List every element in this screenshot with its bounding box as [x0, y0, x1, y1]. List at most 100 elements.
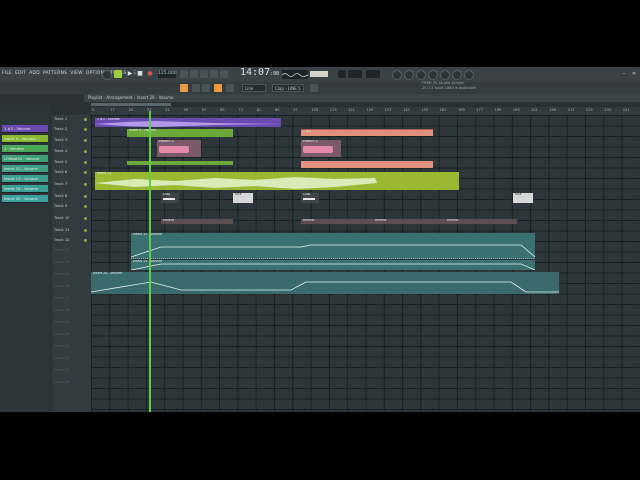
track-enable-led-icon[interactable] [84, 183, 87, 186]
track-enable-led-icon[interactable] [84, 239, 87, 242]
track-label[interactable]: Track 22 [54, 356, 70, 360]
master-volume-knob[interactable] [102, 70, 112, 80]
ruler-tick-label: 89 [275, 108, 280, 112]
clip-track2-b[interactable]: 1 #2 [301, 129, 433, 136]
clip-track5-b[interactable] [301, 161, 433, 168]
picker-item[interactable]: Insert 13 - Volume [2, 175, 48, 183]
track-label[interactable]: Track 18 [54, 308, 70, 312]
clip-track12[interactable]: Insert 20 - Volume [91, 272, 559, 294]
track-label[interactable]: Track 16 [54, 284, 70, 288]
track-label[interactable]: Track 13 [54, 248, 70, 252]
clip-track9-b[interactable]: Reverb [301, 219, 373, 224]
track-enable-led-icon[interactable] [84, 139, 87, 142]
playlist-grid[interactable]: 1 #3 - Volume Insert 9 - Volume 1 #2 Pat… [91, 115, 640, 412]
scrollbar-thumb[interactable] [91, 103, 171, 106]
track-label[interactable]: Track 10 [54, 216, 87, 220]
plugin-icon[interactable] [452, 70, 462, 80]
track-label[interactable]: Track 14 [54, 260, 70, 264]
track-label[interactable]: Track 17 [54, 296, 70, 300]
play-button[interactable]: ▶ [126, 70, 134, 78]
channel-rack-icon[interactable] [416, 70, 426, 80]
clip-track1[interactable]: 1 #3 - Volume [95, 118, 281, 127]
pencil-icon[interactable] [192, 84, 200, 92]
playhead-marker[interactable] [149, 111, 151, 412]
menu-patterns[interactable]: PATTERNS [43, 71, 67, 76]
track-label[interactable]: Track 21 [54, 344, 70, 348]
mixer-icon[interactable] [404, 70, 414, 80]
clip-track9-d[interactable]: Reverb [445, 219, 517, 224]
clip-track2[interactable]: Insert 9 - Volume [127, 129, 233, 137]
snap-select[interactable]: Line [242, 84, 266, 92]
track-label[interactable]: Track 6 [54, 170, 87, 174]
record-button[interactable]: ● [146, 70, 154, 78]
picker-item[interactable]: Insert 20 - Volume [2, 195, 48, 203]
picker-item[interactable]: 1 - Volume [2, 145, 48, 153]
track-label[interactable]: Track 5 [54, 160, 87, 164]
track-label[interactable]: Track 12 [54, 238, 87, 242]
snap-tool-icon[interactable] [180, 84, 188, 92]
track-label[interactable]: Track 23 [54, 368, 70, 372]
pattern-song-toggle-icon[interactable] [114, 70, 122, 78]
track-label[interactable]: Track 19 [54, 320, 70, 324]
track-enable-led-icon[interactable] [84, 229, 87, 232]
clip-track9-c[interactable]: Reverb [373, 219, 445, 224]
track-label[interactable]: Track 2 [54, 127, 87, 131]
clip-track3[interactable]: Pattern 3 [157, 140, 201, 157]
track-enable-led-icon[interactable] [84, 161, 87, 164]
picker-item[interactable]: 1 #3 - Volume [2, 125, 48, 133]
menu-add[interactable]: ADD [29, 71, 40, 76]
track-label[interactable]: Track 11 [54, 228, 87, 232]
track-label[interactable]: Track 8 [54, 194, 87, 198]
track-label[interactable]: Track 15 [54, 272, 70, 276]
picker-item[interactable]: Insert 12 - Volume [2, 165, 48, 173]
blend-notes-icon[interactable] [220, 70, 228, 78]
track-enable-led-icon[interactable] [84, 128, 87, 131]
track-label[interactable]: Track 7 [54, 182, 87, 186]
picker-item[interactable]: Insert 16 - Volume [2, 185, 48, 193]
zoom-icon[interactable] [226, 84, 234, 92]
menu-view[interactable]: VIEW [70, 71, 83, 76]
loop-record-icon[interactable] [210, 70, 218, 78]
picker-item[interactable]: LOWpASS - Volume [2, 155, 48, 163]
track-label[interactable]: Track 20 [54, 332, 70, 336]
clip-track9-a[interactable]: Reverb [161, 219, 233, 224]
news-panel[interactable]: FREE: FL Studio version 20.7.2 build 186… [422, 81, 477, 90]
add-pattern-icon[interactable] [310, 84, 318, 92]
wait-input-icon[interactable] [190, 70, 198, 78]
pattern-select[interactable]: Clap - LINE 5 [272, 84, 304, 92]
minimize-icon[interactable]: – [620, 70, 628, 78]
track-label[interactable]: Track 4 [54, 149, 87, 153]
track-enable-led-icon[interactable] [84, 217, 87, 220]
track-enable-led-icon[interactable] [84, 195, 87, 198]
track-label[interactable]: Track 1 [54, 117, 87, 121]
stop-button[interactable]: ■ [136, 70, 144, 78]
clip-track3-b[interactable]: Pattern 3 [301, 140, 341, 157]
menu-edit[interactable]: EDIT [15, 71, 26, 76]
piano-roll-icon[interactable] [428, 70, 438, 80]
picker-item[interactable]: Insert 9 - Volume [2, 135, 48, 143]
metronome-icon[interactable] [180, 70, 188, 78]
slip-tool-icon[interactable] [214, 84, 222, 92]
clip-track7-b[interactable]: Kick [233, 193, 253, 203]
track-label[interactable]: Track 24 [54, 380, 70, 384]
menu-file[interactable]: FILE [2, 71, 12, 76]
track-enable-led-icon[interactable] [84, 171, 87, 174]
tempo-display[interactable]: 125.000 [158, 70, 177, 78]
help-icon[interactable] [464, 70, 474, 80]
clip-track5[interactable] [127, 161, 233, 165]
brush-icon[interactable] [202, 84, 210, 92]
clip-track11[interactable]: Insert 13 - Volume [131, 260, 535, 270]
browser-icon[interactable] [440, 70, 450, 80]
close-icon[interactable]: ✕ [630, 70, 638, 78]
clip-track7-c[interactable]: Clap [301, 193, 319, 203]
clip-track7-a[interactable]: Clap [161, 193, 179, 203]
countdown-icon[interactable] [200, 70, 208, 78]
track-enable-led-icon[interactable] [84, 118, 87, 121]
track-enable-led-icon[interactable] [84, 150, 87, 153]
clip-track10[interactable]: Insert 12 - Volume [131, 233, 535, 259]
track-label[interactable]: Track 3 [54, 138, 87, 142]
clip-track7-d[interactable]: Kick [513, 193, 533, 203]
track-label[interactable]: Track 9 [54, 204, 87, 208]
gear-icon[interactable] [392, 70, 402, 80]
track-enable-led-icon[interactable] [84, 205, 87, 208]
